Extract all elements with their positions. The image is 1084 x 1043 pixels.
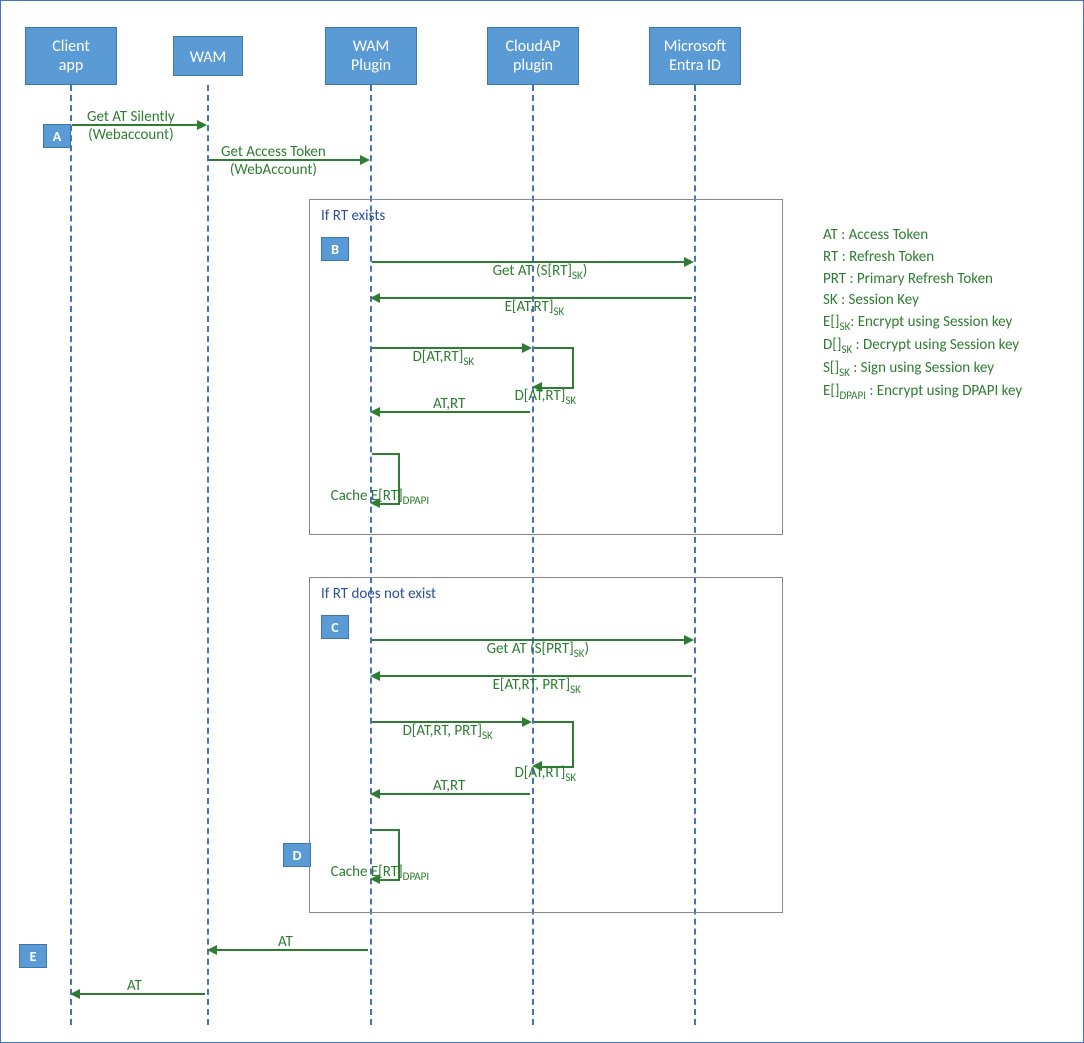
label-c-encrypt: E[AT,RT, PRT]SK (479, 658, 581, 714)
legend-at: AT : Access Token (823, 225, 1063, 247)
label-b-cache: Cache E[RT]DPAPI (317, 469, 429, 525)
legend-prt: PRT : Primary Refresh Token (823, 269, 1063, 291)
sequence-diagram: Client app WAM WAM Plugin CloudAP plugin… (0, 0, 1084, 1043)
actor-entra-id: Microsoft Entra ID (649, 27, 741, 85)
legend-rt: RT : Refresh Token (823, 247, 1063, 269)
legend-encrypt-sk: E[]SK: Encrypt using Session key (823, 312, 1063, 335)
label-d-cache: Cache E[RT]DPAPI (317, 845, 429, 901)
actor-wam-plugin: WAM Plugin (325, 27, 417, 85)
label-ret-at1: AT (278, 933, 293, 951)
lifeline-wam (207, 85, 209, 1025)
selfloop-cache-d-seg1 (372, 829, 400, 831)
label-b-atrt: AT,RT (433, 395, 465, 413)
selfloop-b-seg1 (534, 347, 574, 349)
label-b-encrypt: E[AT,RT]SK (491, 280, 564, 336)
step-badge-A: A (43, 124, 71, 148)
legend: AT : Access Token RT : Refresh Token PRT… (823, 225, 1063, 404)
label-get-at-silently: Get AT Silently (Webaccount) (87, 108, 175, 144)
actor-client-app: Client app (25, 27, 117, 85)
label-c-decrypt: D[AT,RT, PRT]SK (389, 704, 493, 760)
legend-sign-sk: S[]SK : Sign using Session key (823, 358, 1063, 381)
label-c-atrt: AT,RT (433, 777, 465, 795)
step-badge-D: D (283, 843, 311, 867)
legend-decrypt-sk: D[]SK : Decrypt using Session key (823, 335, 1063, 358)
actor-cloudap-plugin: CloudAP plugin (487, 27, 579, 85)
legend-sk: SK : Session Key (823, 290, 1063, 312)
step-badge-B: B (321, 237, 349, 261)
step-badge-C: C (321, 615, 349, 639)
label-if-rt-not: If RT does not exist (321, 585, 436, 603)
label-get-access-token: Get Access Token (WebAccount) (221, 143, 326, 179)
lifeline-client (70, 85, 72, 1025)
label-ret-at2: AT (127, 977, 142, 995)
selfloop-c-seg1 (534, 721, 574, 723)
step-badge-E: E (19, 944, 47, 968)
legend-encrypt-dpapi: E[]DPAPI : Encrypt using DPAPI key (823, 381, 1063, 404)
label-b-decrypt1: D[AT,RT]SK (399, 330, 474, 386)
label-b-decrypt2: D[AT,RT]SK (501, 369, 576, 425)
actor-wam: WAM (173, 36, 243, 76)
selfloop-cache-b-seg1 (372, 453, 400, 455)
label-if-rt-exists: If RT exists (321, 207, 385, 225)
